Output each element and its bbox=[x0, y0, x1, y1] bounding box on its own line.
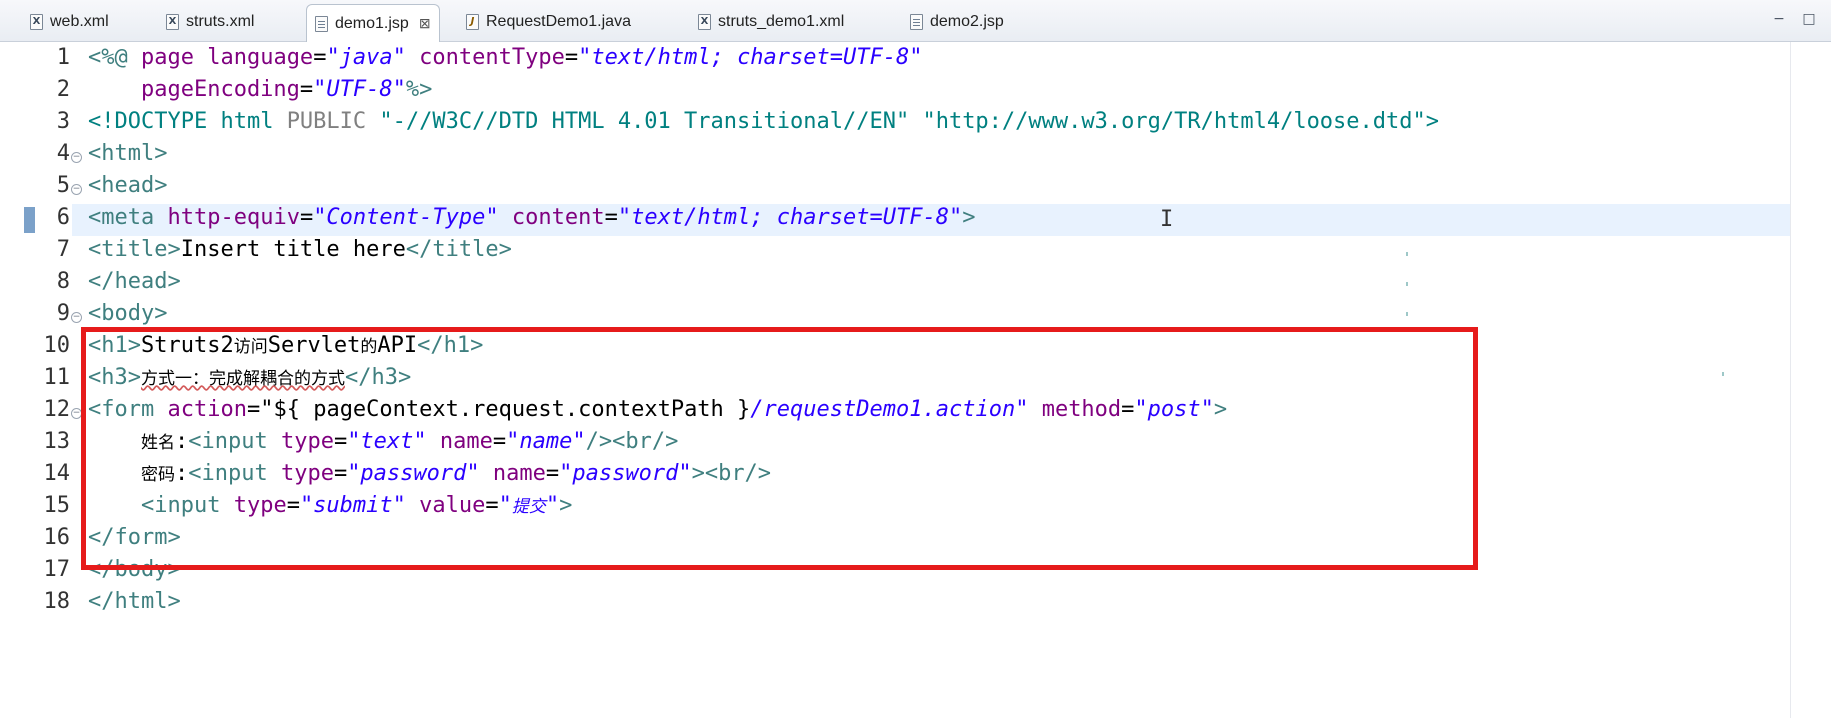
line-number-gutter: 1 2 3 4 5 6 7 8 9 10 11 12 13 14 15 16 1… bbox=[18, 42, 72, 718]
code-line-9: <body> bbox=[88, 301, 168, 326]
line-number: 3 bbox=[56, 109, 70, 134]
line-number: 15 bbox=[43, 493, 71, 518]
code-line-8: </head> bbox=[88, 269, 181, 294]
tab-label: struts.xml bbox=[186, 13, 255, 30]
fold-toggle-icon[interactable]: − bbox=[71, 152, 82, 163]
code-line-6: <meta http-equiv="Content-Type" content=… bbox=[88, 205, 976, 230]
java-file-icon: J bbox=[466, 14, 479, 30]
tab-label: demo1.jsp bbox=[335, 14, 409, 32]
code-line-2: pageEncoding="UTF-8"%> bbox=[88, 77, 433, 102]
code-line-3: <!DOCTYPE html PUBLIC "-//W3C//DTD HTML … bbox=[88, 109, 1440, 134]
line-number: 11 bbox=[43, 365, 71, 390]
line-number: 14 bbox=[43, 461, 71, 486]
line-number: 5 bbox=[56, 173, 70, 198]
code-line-18: </html> bbox=[88, 589, 181, 614]
tab-demo2-jsp[interactable]: demo2.jsp bbox=[910, 8, 1004, 36]
minimize-icon[interactable]: − bbox=[1770, 10, 1788, 28]
code-line-1: <%@ page language="java" contentType="te… bbox=[88, 45, 923, 70]
artifact-dot bbox=[1406, 282, 1408, 286]
artifact-dot bbox=[1406, 312, 1408, 316]
tab-requestdemo1-java[interactable]: J RequestDemo1.java bbox=[466, 8, 631, 36]
line-number: 4 bbox=[56, 141, 70, 166]
tab-struts-demo1-xml[interactable]: X struts_demo1.xml bbox=[698, 8, 844, 36]
line-number: 16 bbox=[43, 525, 71, 550]
line-number: 2 bbox=[56, 77, 70, 102]
line-number: 13 bbox=[43, 429, 71, 454]
artifact-dot bbox=[1722, 372, 1724, 376]
text-cursor-icon: I bbox=[1160, 207, 1174, 232]
red-highlight-box bbox=[81, 327, 1478, 570]
line-number: 18 bbox=[43, 589, 71, 614]
line-number: 12 bbox=[43, 397, 71, 422]
tab-label: RequestDemo1.java bbox=[486, 13, 631, 30]
line-number: 7 bbox=[56, 237, 70, 262]
xml-file-icon: X bbox=[166, 14, 179, 30]
editor-left-strip bbox=[0, 42, 18, 718]
tab-label: web.xml bbox=[50, 13, 109, 30]
line-number: 17 bbox=[43, 557, 71, 582]
line-number: 1 bbox=[56, 45, 70, 70]
line-number: 6 bbox=[56, 205, 70, 230]
jsp-file-icon bbox=[315, 15, 328, 32]
close-icon[interactable]: ⊠ bbox=[419, 15, 431, 32]
code-editor[interactable]: 1 2 3 4 5 6 7 8 9 10 11 12 13 14 15 16 1… bbox=[0, 42, 1831, 718]
editor-tab-bar: X web.xml X struts.xml demo1.jsp ⊠ J Req… bbox=[0, 0, 1831, 42]
tab-label: struts_demo1.xml bbox=[718, 13, 845, 30]
line-number: 8 bbox=[56, 269, 70, 294]
tab-struts-xml[interactable]: X struts.xml bbox=[166, 8, 254, 36]
tab-demo1-jsp[interactable]: demo1.jsp ⊠ bbox=[306, 4, 440, 42]
code-line-7: <title>Insert title here</title> bbox=[88, 237, 512, 262]
xml-file-icon: X bbox=[30, 14, 43, 30]
editor-right-ruler bbox=[1790, 42, 1791, 718]
xml-file-icon: X bbox=[698, 14, 711, 30]
eclipse-editor-window: X web.xml X struts.xml demo1.jsp ⊠ J Req… bbox=[0, 0, 1831, 718]
tab-label: demo2.jsp bbox=[930, 13, 1004, 30]
code-line-5: <head> bbox=[88, 173, 168, 198]
fold-toggle-icon[interactable]: − bbox=[71, 184, 82, 195]
fold-toggle-icon[interactable]: − bbox=[71, 312, 82, 323]
maximize-icon[interactable]: □ bbox=[1800, 10, 1818, 28]
line-number: 9 bbox=[56, 301, 70, 326]
code-line-4: <html> bbox=[88, 141, 168, 166]
line-number: 10 bbox=[43, 333, 71, 358]
jsp-file-icon bbox=[910, 14, 923, 30]
artifact-dot bbox=[1406, 252, 1408, 256]
tab-web-xml[interactable]: X web.xml bbox=[30, 8, 109, 36]
